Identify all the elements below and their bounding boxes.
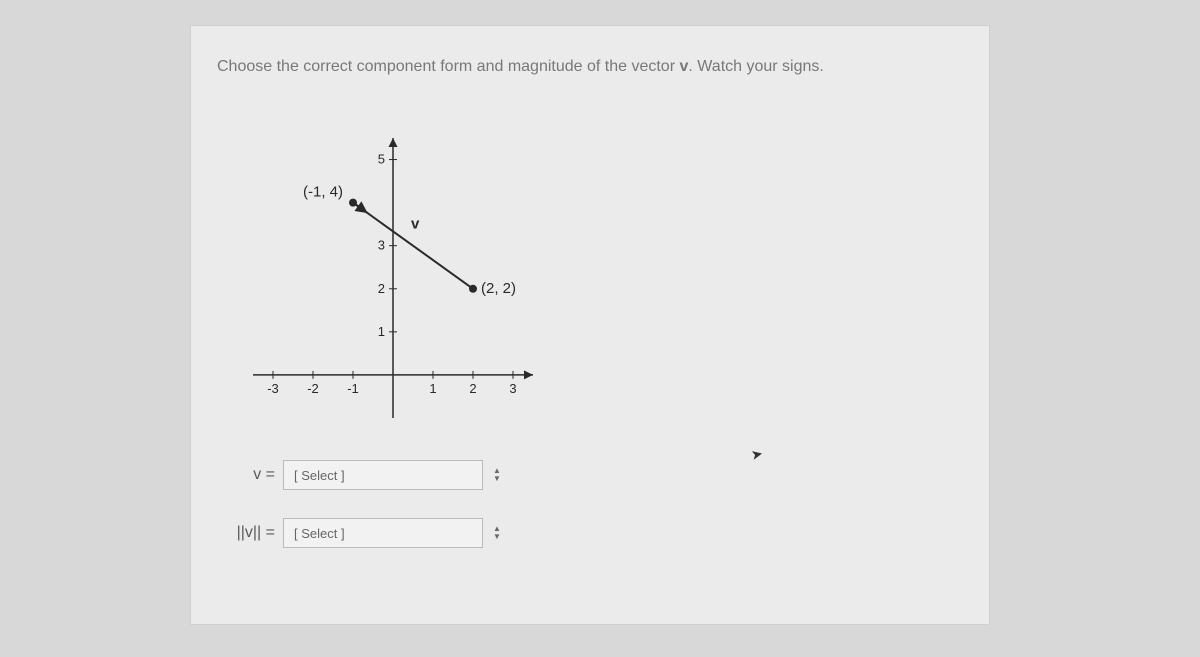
select-vector-form[interactable]: [ Select ] [283,460,483,490]
chart-svg: yx-3-2-11231235(-1, 4)(2, 2)v [253,138,533,418]
svg-text:v: v [411,216,420,233]
svg-text:(-1, 4): (-1, 4) [303,184,343,201]
label-magnitude: ||v|| = [227,524,275,542]
svg-text:1: 1 [429,381,436,396]
stepper-icon[interactable]: ▲ ▼ [493,525,501,541]
svg-text:5: 5 [378,152,385,167]
svg-text:-1: -1 [347,381,359,396]
svg-text:1: 1 [378,324,385,339]
select-placeholder: [ Select ] [294,526,345,541]
question-panel: Choose the correct component form and ma… [190,25,990,625]
chevron-down-icon: ▼ [493,533,501,541]
svg-text:3: 3 [509,381,516,396]
chevron-down-icon: ▼ [493,475,501,483]
select-magnitude[interactable]: [ Select ] [283,518,483,548]
cursor-icon: ➤ [749,445,764,464]
prompt-suffix: . Watch your signs. [688,58,823,75]
stepper-icon[interactable]: ▲ ▼ [493,467,501,483]
question-prompt: Choose the correct component form and ma… [217,56,963,78]
select-placeholder: [ Select ] [294,468,345,483]
svg-text:-3: -3 [267,381,279,396]
row-magnitude-select: ||v|| = [ Select ] ▲ ▼ [227,518,963,548]
svg-text:(2, 2): (2, 2) [481,280,516,297]
prompt-prefix: Choose the correct component form and ma… [217,58,679,75]
label-v-equals: v = [227,466,275,484]
svg-text:3: 3 [378,238,385,253]
svg-text:2: 2 [378,281,385,296]
svg-text:2: 2 [469,381,476,396]
svg-text:-2: -2 [307,381,319,396]
vector-chart: yx-3-2-11231235(-1, 4)(2, 2)v [253,138,533,418]
row-vector-select: v = [ Select ] ▲ ▼ [227,460,963,490]
